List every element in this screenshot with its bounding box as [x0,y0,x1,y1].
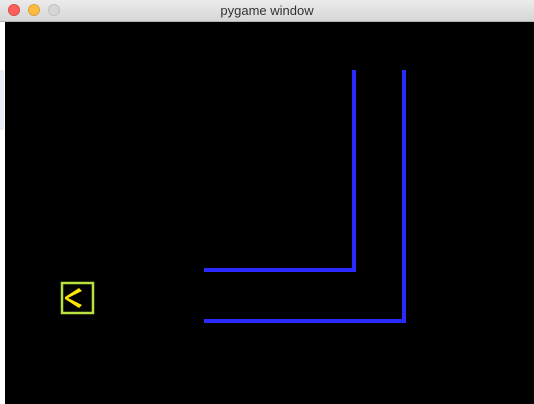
maze-wall-outer [204,70,406,323]
maze-wall-inner [204,70,356,272]
pygame-window: pygame window [0,0,534,404]
pacman-icon [60,281,95,315]
maze-field [60,70,406,323]
pacman-body [65,288,82,308]
